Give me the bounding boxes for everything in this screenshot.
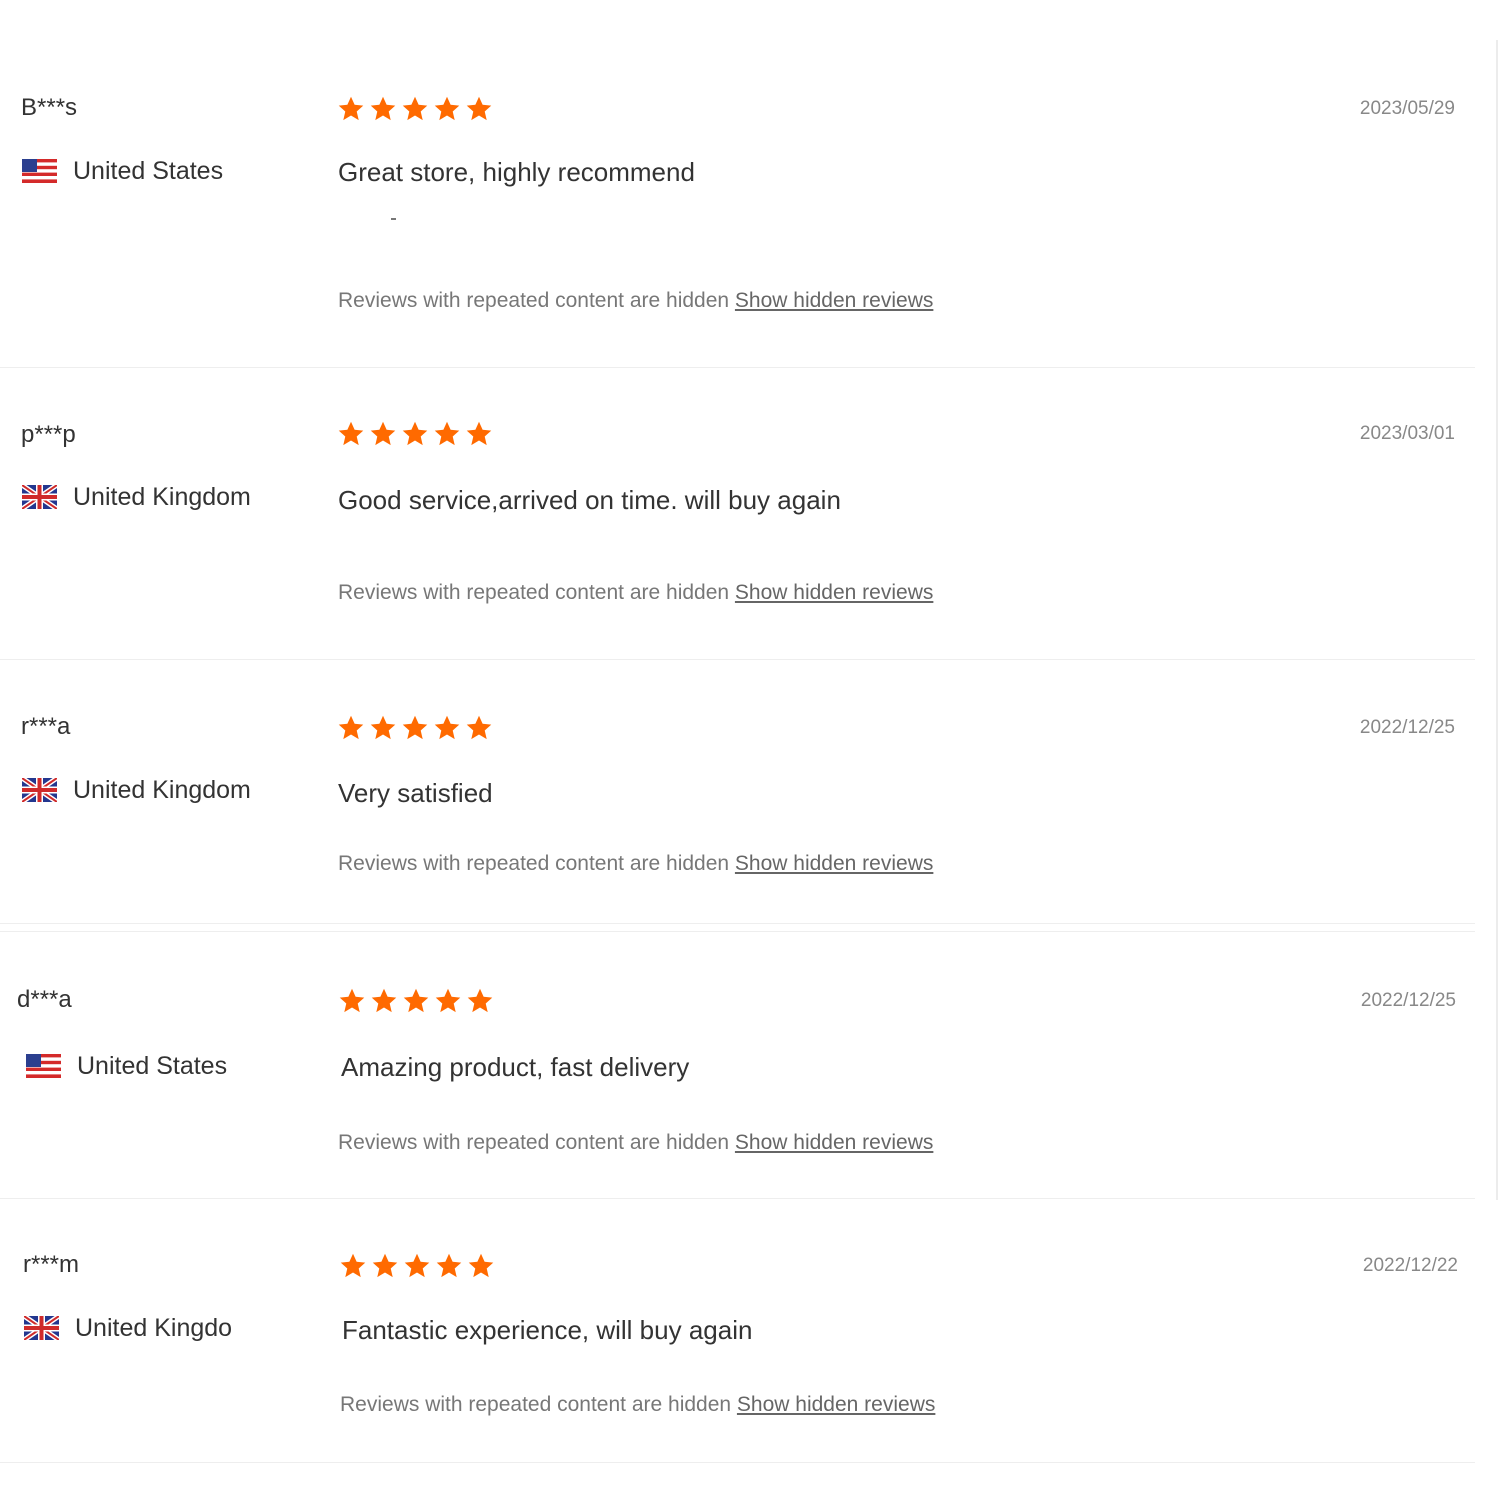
reviewer-country: United States <box>22 156 223 186</box>
reviewer-country: United States <box>26 1051 227 1081</box>
hidden-note-text: Reviews with repeated content are hidden <box>338 581 730 604</box>
star-icon <box>435 1252 463 1280</box>
star-icon <box>371 1252 399 1280</box>
hidden-note-text: Reviews with repeated content are hidden <box>338 1131 730 1154</box>
review-content: Very satisfied <box>338 778 493 808</box>
star-rating <box>337 420 497 448</box>
show-hidden-reviews-link[interactable]: Show hidden reviews <box>737 1393 935 1416</box>
review-date: 2023/05/29 <box>1359 98 1455 119</box>
star-icon <box>369 420 397 448</box>
reviewer-name: B***s <box>21 94 78 121</box>
review-date: 2023/03/01 <box>1359 423 1455 444</box>
star-rating <box>339 1252 499 1280</box>
star-rating <box>338 987 498 1015</box>
hidden-reviews-note: Reviews with repeated content are hidden… <box>338 580 933 606</box>
hidden-reviews-note: Reviews with repeated content are hidden… <box>340 1392 935 1418</box>
star-icon <box>369 95 397 123</box>
review-item: d***a United States 2022/12/25 Amazing p… <box>0 931 1475 1199</box>
star-rating <box>337 95 497 123</box>
reviewer-country: United Kingdom <box>22 775 251 805</box>
star-rating <box>337 714 497 742</box>
star-icon <box>337 420 365 448</box>
reviewer-name: r***a <box>21 713 71 740</box>
review-item: B***s United States 2023/05/29 Great sto… <box>0 0 1475 368</box>
divider-mark <box>391 218 396 220</box>
reviewer-name: p***p <box>21 421 76 448</box>
hidden-reviews-note: Reviews with repeated content are hidden… <box>338 1130 933 1156</box>
review-content: Good service,arrived on time. will buy a… <box>338 485 841 515</box>
us-flag-icon <box>22 159 57 183</box>
star-icon <box>433 95 461 123</box>
country-label: United Kingdom <box>73 483 251 511</box>
hidden-note-text: Reviews with repeated content are hidden <box>338 852 730 875</box>
star-icon <box>370 987 398 1015</box>
star-icon <box>433 714 461 742</box>
show-hidden-reviews-link[interactable]: Show hidden reviews <box>735 581 933 604</box>
review-date: 2022/12/25 <box>1359 717 1455 738</box>
show-hidden-reviews-link[interactable]: Show hidden reviews <box>735 289 933 312</box>
star-icon <box>465 714 493 742</box>
uk-flag-icon <box>24 1316 59 1340</box>
country-label: United Kingdo <box>75 1314 233 1342</box>
reviewer-name: d***a <box>17 986 72 1013</box>
star-icon <box>465 420 493 448</box>
review-content: Great store, highly recommend <box>338 157 695 187</box>
star-icon <box>338 987 366 1015</box>
country-label: United States <box>73 157 224 185</box>
country-label: United Kingdom <box>73 776 251 804</box>
star-icon <box>339 1252 367 1280</box>
uk-flag-icon <box>22 485 57 509</box>
review-date: 2022/12/25 <box>1360 990 1456 1011</box>
star-icon <box>403 1252 431 1280</box>
show-hidden-reviews-link[interactable]: Show hidden reviews <box>735 1131 933 1154</box>
star-icon <box>337 714 365 742</box>
star-icon <box>369 714 397 742</box>
us-flag-icon <box>26 1054 61 1078</box>
review-item: p***p United Kingdom 2023/03/01 Good ser… <box>0 367 1475 660</box>
star-icon <box>401 95 429 123</box>
star-icon <box>402 987 430 1015</box>
country-label: United States <box>77 1052 228 1080</box>
hidden-reviews-note: Reviews with repeated content are hidden… <box>338 851 933 877</box>
review-content: Fantastic experience, will buy again <box>342 1315 753 1345</box>
reviewer-country: United Kingdo <box>24 1313 232 1343</box>
hidden-note-text: Reviews with repeated content are hidden <box>338 289 730 312</box>
hidden-reviews-note: Reviews with repeated content are hidden… <box>338 288 933 314</box>
star-icon <box>465 95 493 123</box>
review-item: r***a United Kingdom 2022/12/25 Very sat… <box>0 659 1475 924</box>
show-hidden-reviews-link[interactable]: Show hidden reviews <box>735 852 933 875</box>
star-icon <box>433 420 461 448</box>
star-icon <box>401 714 429 742</box>
star-icon <box>466 987 494 1015</box>
review-content: Amazing product, fast delivery <box>341 1052 690 1082</box>
star-icon <box>467 1252 495 1280</box>
star-icon <box>337 95 365 123</box>
page-edge-divider <box>1496 40 1498 1200</box>
review-date: 2022/12/22 <box>1362 1255 1458 1276</box>
reviewer-name: r***m <box>23 1251 80 1278</box>
hidden-note-text: Reviews with repeated content are hidden <box>340 1393 732 1416</box>
reviewer-country: United Kingdom <box>22 482 251 512</box>
review-item: r***m United Kingdo 2022/12/22 Fantastic… <box>0 1197 1475 1463</box>
star-icon <box>434 987 462 1015</box>
uk-flag-icon <box>22 778 57 802</box>
star-icon <box>401 420 429 448</box>
